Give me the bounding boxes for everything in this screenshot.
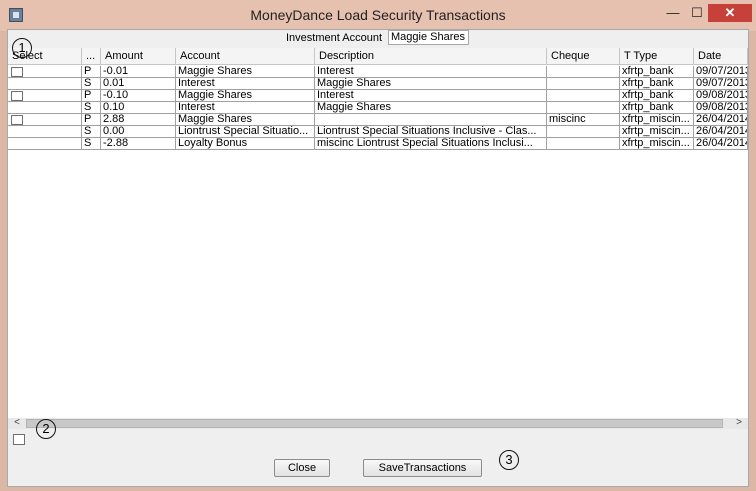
annotation-marker-2: 2 — [36, 419, 56, 439]
window-title: MoneyDance Load Security Transactions — [250, 7, 506, 23]
annotation-marker-1: 1 — [12, 38, 32, 58]
horizontal-scrollbar[interactable]: < > — [8, 418, 748, 429]
row-type-cell: S — [82, 138, 101, 150]
account-cell: Interest — [176, 78, 315, 90]
amount-cell: 0.00 — [101, 126, 176, 138]
amount-cell: -2.88 — [101, 138, 176, 150]
select-cell[interactable] — [8, 126, 82, 138]
table-row[interactable]: S 0.00 Liontrust Special Situatio... Liontr… — [8, 126, 748, 138]
scroll-right-icon[interactable]: > — [732, 418, 746, 429]
select-cell[interactable] — [8, 102, 82, 114]
row-type-cell: S — [82, 102, 101, 114]
investment-account-field[interactable]: Maggie Shares — [388, 30, 469, 45]
date-cell: 09/08/2013 — [694, 102, 748, 114]
select-cell[interactable] — [8, 78, 82, 90]
date-cell: 26/04/2014 — [694, 126, 748, 138]
row-type-cell: P — [82, 90, 101, 102]
select-cell[interactable] — [8, 66, 82, 78]
dialog-content: Investment Account Maggie Shares Select … — [7, 29, 749, 487]
table-row[interactable]: P -0.10 Maggie Shares Interest xfrtp_bank 09/… — [8, 90, 748, 102]
row-type-cell: S — [82, 126, 101, 138]
description-cell: Maggie Shares — [315, 102, 547, 114]
date-cell: 09/08/2013 — [694, 90, 748, 102]
transactions-table: Select ... Amount Account Description Ch… — [8, 48, 748, 418]
close-button[interactable]: Close — [274, 459, 330, 477]
table-row[interactable]: P -0.01 Maggie Shares Interest xfrtp_bank 09/… — [8, 66, 748, 78]
description-cell: Interest — [315, 66, 547, 78]
cheque-cell — [547, 66, 620, 78]
ttype-cell: xfrtp_miscin... — [620, 138, 694, 150]
description-cell: Interest — [315, 90, 547, 102]
account-cell: Maggie Shares — [176, 66, 315, 78]
select-cell[interactable] — [8, 138, 82, 150]
amount-cell: 2.88 — [101, 114, 176, 126]
maximize-button[interactable]: ☐ — [686, 4, 708, 22]
account-cell: Maggie Shares — [176, 114, 315, 126]
cheque-cell — [547, 90, 620, 102]
account-cell: Maggie Shares — [176, 90, 315, 102]
row-select-checkbox[interactable] — [11, 91, 23, 101]
amount-cell: -0.01 — [101, 66, 176, 78]
row-type-cell: S — [82, 78, 101, 90]
ttype-cell: xfrtp_bank — [620, 102, 694, 114]
table-row[interactable]: S 0.01 Interest Maggie Shares xfrtp_bank 09/0… — [8, 78, 748, 90]
scrollbar-thumb[interactable] — [26, 419, 723, 428]
cheque-cell — [547, 126, 620, 138]
table-row[interactable]: P 2.88 Maggie Shares miscinc xfrtp_miscin...… — [8, 114, 748, 126]
table-header: Select ... Amount Account Description Ch… — [8, 48, 748, 65]
annotation-marker-3: 3 — [499, 450, 519, 470]
account-cell: Loyalty Bonus — [176, 138, 315, 150]
date-cell: 09/07/2013 — [694, 66, 748, 78]
amount-cell: 0.10 — [101, 102, 176, 114]
title-bar[interactable]: MoneyDance Load Security Transactions — … — [0, 0, 756, 31]
account-cell: Liontrust Special Situatio... — [176, 126, 315, 138]
description-cell: Liontrust Special Situations Inclusive -… — [315, 126, 547, 138]
column-header-description[interactable]: Description — [315, 48, 547, 65]
description-cell: miscinc Liontrust Special Situations Inc… — [315, 138, 547, 150]
ttype-cell: xfrtp_bank — [620, 78, 694, 90]
amount-cell: 0.01 — [101, 78, 176, 90]
investment-account-label: Investment Account — [286, 32, 382, 44]
save-transactions-button[interactable]: SaveTransactions — [363, 459, 482, 477]
ttype-cell: xfrtp_miscin... — [620, 126, 694, 138]
column-header-account[interactable]: Account — [176, 48, 315, 65]
account-cell: Interest — [176, 102, 315, 114]
close-window-button[interactable]: ✕ — [708, 4, 752, 22]
cheque-cell — [547, 138, 620, 150]
cheque-cell: miscinc — [547, 114, 620, 126]
date-cell: 26/04/2014 — [694, 114, 748, 126]
row-select-checkbox[interactable] — [11, 115, 23, 125]
amount-cell: -0.10 — [101, 90, 176, 102]
ttype-cell: xfrtp_miscin... — [620, 114, 694, 126]
select-all-checkbox[interactable] — [13, 434, 25, 445]
dialog-window: MoneyDance Load Security Transactions — … — [0, 0, 756, 491]
row-select-checkbox[interactable] — [11, 67, 23, 77]
ttype-cell: xfrtp_bank — [620, 90, 694, 102]
column-header-date[interactable]: Date — [694, 48, 748, 65]
select-cell[interactable] — [8, 90, 82, 102]
row-type-cell: P — [82, 66, 101, 78]
cheque-cell — [547, 102, 620, 114]
scroll-left-icon[interactable]: < — [10, 418, 24, 429]
row-type-cell: P — [82, 114, 101, 126]
table-row[interactable]: S 0.10 Interest Maggie Shares xfrtp_bank 09/0… — [8, 102, 748, 114]
column-header-cheque[interactable]: Cheque — [547, 48, 620, 65]
minimize-button[interactable]: — — [660, 4, 686, 22]
date-cell: 09/07/2013 — [694, 78, 748, 90]
column-header-ttype[interactable]: T Type — [620, 48, 694, 65]
ttype-cell: xfrtp_bank — [620, 66, 694, 78]
date-cell: 26/04/2014 — [694, 138, 748, 150]
description-cell: Maggie Shares — [315, 78, 547, 90]
description-cell — [315, 114, 547, 126]
table-row[interactable]: S -2.88 Loyalty Bonus miscinc Liontrust Spe… — [8, 138, 748, 150]
select-cell[interactable] — [8, 114, 82, 126]
column-header-flag[interactable]: ... — [82, 48, 101, 65]
investment-account-row: Investment Account Maggie Shares — [8, 30, 748, 46]
column-header-amount[interactable]: Amount — [101, 48, 176, 65]
cheque-cell — [547, 78, 620, 90]
